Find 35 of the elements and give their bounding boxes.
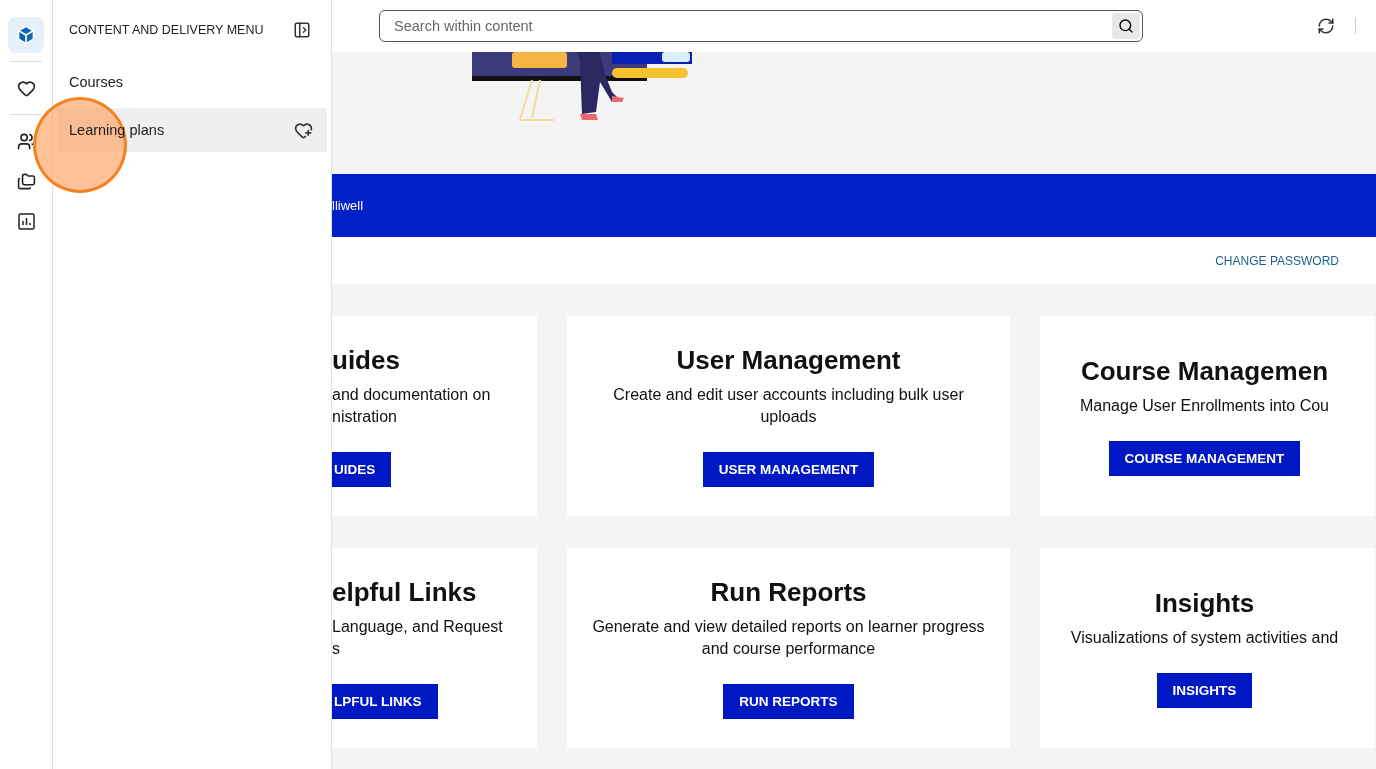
search-field[interactable]: Search within content	[379, 10, 1143, 42]
card-description: Generate and view detailed reports on learner progress and course performance	[591, 617, 986, 659]
card-button[interactable]: USER MANAGEMENT	[702, 452, 875, 487]
change-password-link[interactable]: CHANGE PASSWORD	[1215, 253, 1339, 268]
card-button[interactable]: RUN REPORTS	[723, 684, 854, 719]
card-button[interactable]: LPFUL LINKS	[332, 684, 438, 719]
card-description: Create and edit user accounts including bulk user uploads	[612, 385, 965, 427]
menu-item-label: Courses	[69, 74, 123, 90]
card-button[interactable]: COURSE MANAGEMENT	[1108, 441, 1301, 476]
panel-toggle-icon[interactable]	[293, 21, 311, 39]
menu-title: CONTENT AND DELIVERY MENU	[69, 23, 264, 37]
menu-item[interactable]: Courses	[57, 60, 327, 104]
card-description: Visualizations of system activities and	[1070, 628, 1339, 648]
bar-chart-icon	[17, 212, 35, 230]
card-description: Manage User Enrollments into Cou	[1080, 396, 1329, 416]
card-description: and documentation on nistration	[332, 385, 491, 427]
folders-icon	[16, 171, 36, 191]
refresh-icon[interactable]	[1317, 17, 1335, 35]
heart-icon	[16, 78, 36, 98]
card-title: Run Reports	[710, 577, 867, 608]
card-button[interactable]: UIDES	[332, 452, 392, 487]
search-icon[interactable]	[1112, 13, 1140, 39]
menu-item[interactable]: Learning plans	[57, 108, 327, 152]
heart-plus-icon[interactable]	[294, 120, 313, 140]
banner-text: lliwell	[332, 198, 364, 213]
card-title: Insights	[1154, 588, 1255, 619]
card-description: Language, and Request s	[332, 617, 503, 659]
card-title: Course Managemen	[1080, 356, 1329, 387]
card-button[interactable]: INSIGHTS	[1156, 673, 1253, 708]
card-title: elpful Links	[332, 577, 477, 608]
card-title: User Management	[676, 345, 901, 376]
card-title: uides	[332, 345, 400, 376]
cube-icon	[16, 25, 36, 45]
users-icon	[16, 131, 36, 151]
menu-item-label: Learning plans	[69, 122, 165, 138]
